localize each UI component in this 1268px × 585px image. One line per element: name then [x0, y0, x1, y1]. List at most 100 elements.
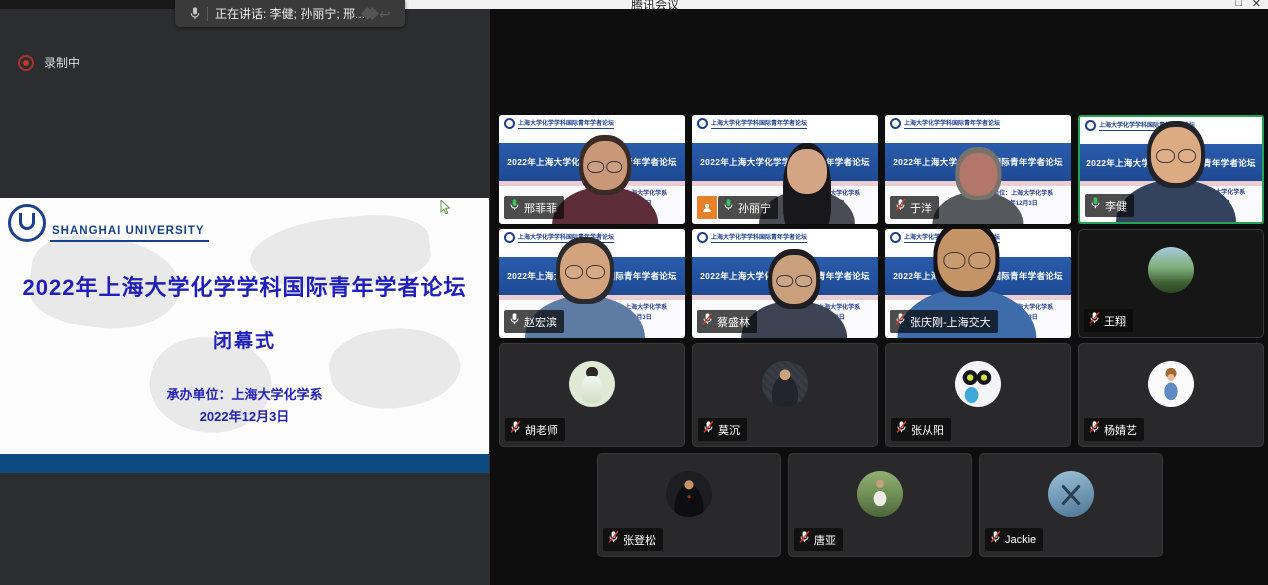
- divider: [207, 7, 208, 21]
- participant-tile[interactable]: 胡老师: [499, 343, 685, 447]
- glasses: [587, 161, 622, 174]
- university-logo-text: SHANGHAI UNIVERSITY: [50, 225, 209, 242]
- slide-footer-bar: [0, 454, 489, 473]
- speaking-bar[interactable]: 正在讲话: 李健; 孙丽宁; 邢... ↩: [175, 0, 405, 27]
- participant-tile[interactable]: 上海大学化学学科国际青年学者论坛 2022年上海大学化学学科国际青年学者论坛 承…: [499, 115, 685, 224]
- avatar-circle: [569, 361, 615, 407]
- name-label: 唐亚: [794, 528, 843, 551]
- glasses: [777, 275, 812, 288]
- participant-name: 李健: [1105, 198, 1127, 214]
- maximize-button[interactable]: □: [1235, 0, 1242, 9]
- mic-status-icon: [510, 420, 521, 439]
- name-label: 王翔: [1084, 309, 1133, 332]
- avatar-circle: [955, 361, 1001, 407]
- glasses: [565, 265, 605, 280]
- participant-name: 张登松: [623, 532, 656, 548]
- name-label: 张登松: [603, 528, 663, 551]
- glasses: [1156, 149, 1196, 164]
- participant-tile[interactable]: 杨婧艺: [1078, 343, 1264, 447]
- participant-tile[interactable]: Jackie: [979, 453, 1163, 557]
- participant-tile[interactable]: 唐亚: [788, 453, 972, 557]
- university-logo: SHANGHAI UNIVERSITY: [8, 204, 209, 242]
- participant-tile[interactable]: 上海大学化学学科国际青年学者论坛 2022年上海大学化学学科国际青年学者论坛 承…: [885, 115, 1071, 224]
- participant-name: 胡老师: [525, 422, 558, 438]
- window-title: 腾讯会议: [631, 0, 679, 9]
- name-label: Jackie: [985, 528, 1043, 551]
- participant-name: Jackie: [1005, 534, 1036, 546]
- mic-status-icon: [509, 198, 520, 217]
- mic-status-icon: [723, 198, 734, 217]
- mic-status-icon: [702, 312, 713, 331]
- participant-name: 邢菲菲: [524, 200, 557, 216]
- participant-tile[interactable]: 王翔: [1078, 229, 1264, 338]
- name-label: 杨婧艺: [1084, 418, 1144, 441]
- name-label: 胡老师: [505, 418, 565, 441]
- recording-indicator: 录制中: [18, 54, 80, 71]
- person-head: [938, 229, 996, 291]
- name-label: 蔡盛林: [697, 310, 757, 333]
- person-head: [772, 255, 816, 304]
- avatar-circle: [857, 471, 903, 517]
- person-head: [1151, 127, 1201, 183]
- person-head: [583, 141, 627, 190]
- slide-date: 2022年12月3日: [0, 406, 489, 425]
- mic-status-icon: [1089, 420, 1100, 439]
- participant-tile[interactable]: 上海大学化学学科国际青年学者论坛 2022年上海大学化学学科国际青年学者论坛 承…: [692, 229, 878, 338]
- mic-status-icon: [799, 530, 810, 549]
- avatar-circle: [1148, 247, 1194, 293]
- participant-name: 蔡盛林: [717, 314, 750, 330]
- speaking-text: 正在讲话: 李健; 孙丽宁; 邢...: [215, 5, 365, 22]
- participant-tile[interactable]: 上海大学化学学科国际青年学者论坛 2022年上海大学化学学科国际青年学者论坛 承…: [499, 229, 685, 338]
- participant-tile[interactable]: 莫沉: [692, 343, 878, 447]
- name-label: 李健: [1085, 194, 1134, 217]
- person-head: [959, 153, 997, 196]
- mic-status-icon: [703, 420, 714, 439]
- presentation-slide: SHANGHAI UNIVERSITY 2022年上海大学化学学科国际青年学者论…: [0, 198, 489, 454]
- meeting-window: 录制中 SHANGHAI UNIVERSITY 2022年上海大学化学学科国际青…: [0, 0, 1268, 585]
- screen-share-pane: 录制中 SHANGHAI UNIVERSITY 2022年上海大学化学学科国际青…: [0, 0, 490, 585]
- microphone-icon: [189, 6, 201, 21]
- participant-name: 于洋: [910, 200, 932, 216]
- participant-name: 张庆刚-上海交大: [910, 314, 991, 330]
- mic-status-icon: [608, 530, 619, 549]
- university-seal-icon: [8, 204, 46, 242]
- close-button[interactable]: ✕: [1252, 0, 1261, 9]
- overlay-ghost-icons: ↩: [367, 7, 391, 21]
- name-label: 张从阳: [891, 418, 951, 441]
- return-arrow-icon: ↩: [379, 7, 391, 21]
- glasses: [944, 252, 990, 269]
- mic-status-icon: [895, 312, 906, 331]
- participant-tile[interactable]: 上海大学化学学科国际青年学者论坛 2022年上海大学化学学科国际青年学者论坛 承…: [1078, 115, 1264, 224]
- window-title-bar: 腾讯会议 □ ✕: [403, 0, 1268, 9]
- mic-status-icon: [990, 530, 1001, 549]
- name-label: 赵宏滨: [504, 310, 564, 333]
- participant-tile[interactable]: 上海大学化学学科国际青年学者论坛 2022年上海大学化学学科国际青年学者论坛 承…: [885, 229, 1071, 338]
- participant-name: 孙丽宁: [738, 200, 771, 216]
- name-label: 于洋: [890, 196, 939, 219]
- participant-tile[interactable]: 张从阳: [885, 343, 1071, 447]
- recording-dot-icon: [18, 55, 34, 71]
- participant-tile[interactable]: 上海大学化学学科国际青年学者论坛 2022年上海大学化学学科国际青年学者论坛 承…: [692, 115, 878, 224]
- member-badge-icon: [697, 196, 717, 219]
- avatar-circle: [666, 471, 712, 517]
- participant-name: 莫沉: [718, 422, 740, 438]
- participant-name: 杨婧艺: [1104, 422, 1137, 438]
- mic-status-icon: [895, 198, 906, 217]
- mic-status-icon: [1090, 196, 1101, 215]
- slide-subtitle: 闭幕式: [0, 326, 489, 353]
- participant-name: 唐亚: [814, 532, 836, 548]
- slide-organizer: 承办单位：上海大学化学系: [0, 384, 489, 403]
- participant-tile[interactable]: 张登松: [597, 453, 781, 557]
- avatar-circle: [762, 361, 808, 407]
- name-label: 张庆刚-上海交大: [890, 310, 998, 333]
- mic-status-icon: [509, 312, 520, 331]
- avatar-circle: [1148, 361, 1194, 407]
- recording-label: 录制中: [44, 54, 80, 71]
- person-head: [560, 243, 610, 299]
- participant-name: 赵宏滨: [524, 314, 557, 330]
- mouse-cursor-icon: [440, 200, 451, 215]
- slide-title: 2022年上海大学化学学科国际青年学者论坛: [0, 270, 489, 302]
- name-label: 孙丽宁: [697, 196, 778, 219]
- mic-status-icon: [896, 420, 907, 439]
- participant-name: 张从阳: [911, 422, 944, 438]
